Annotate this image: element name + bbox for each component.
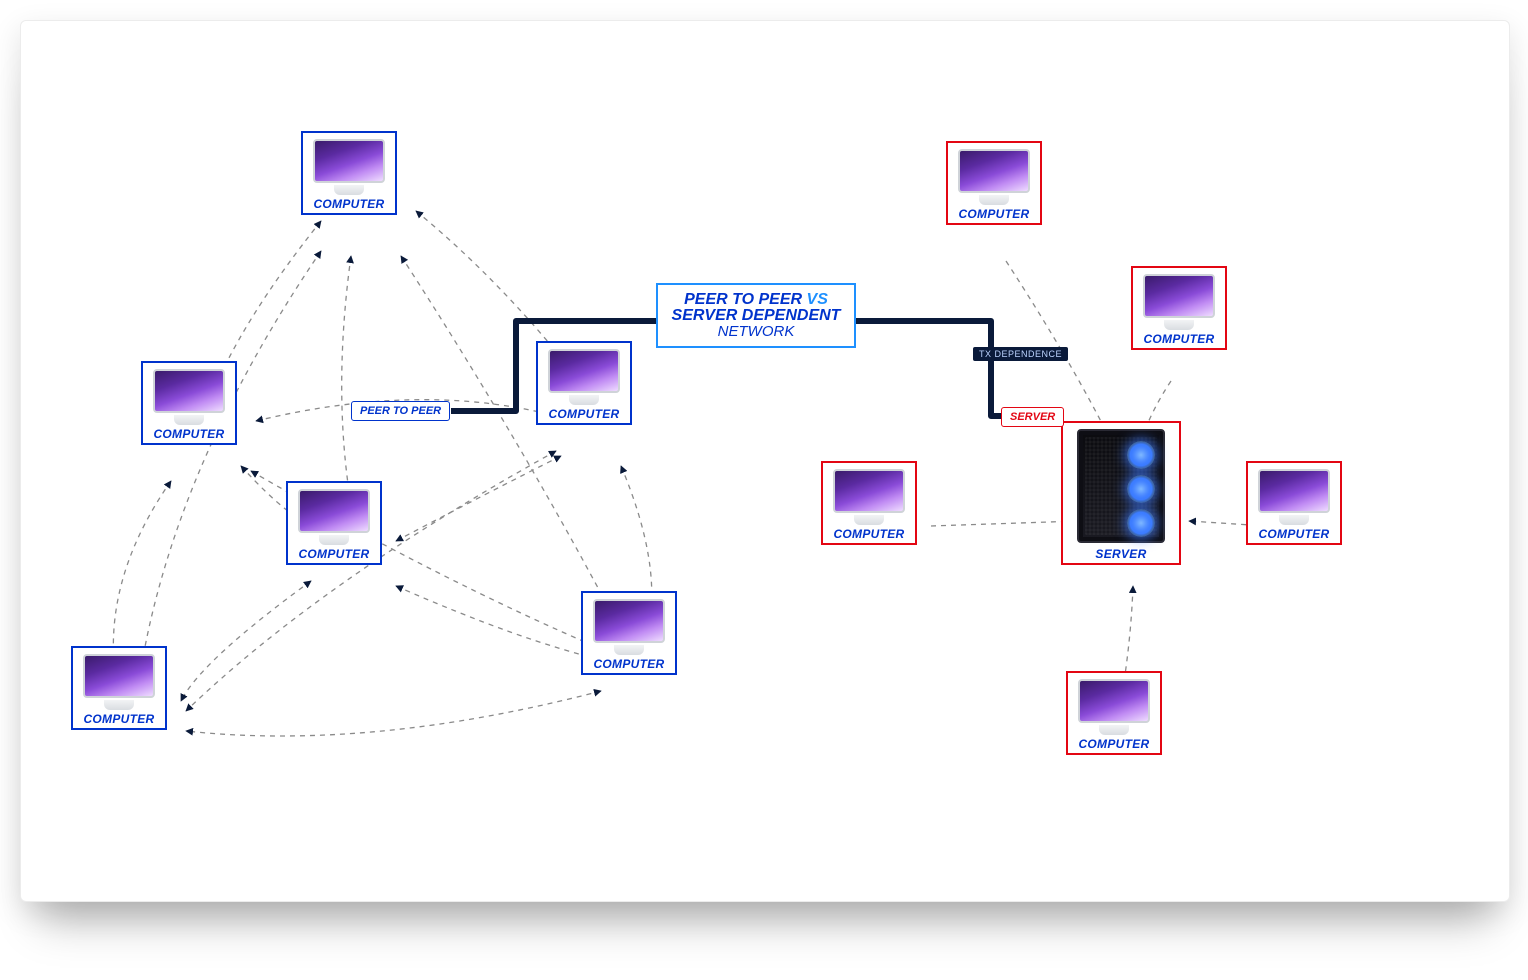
computer-node-s3: COMPUTER (821, 461, 917, 545)
computer-node-s4: COMPUTER (1246, 461, 1342, 545)
monitor-icon (1078, 679, 1150, 733)
computer-node-p6: COMPUTER (71, 646, 167, 730)
computer-node-s1: COMPUTER (946, 141, 1042, 225)
node-label: COMPUTER (1078, 737, 1149, 751)
diagram-title: PEER TO PEER VS SERVER DEPENDENT NETWORK (656, 283, 856, 348)
monitor-icon (593, 599, 665, 653)
monitor-icon (548, 349, 620, 403)
computer-node-p3: COMPUTER (286, 481, 382, 565)
peer-edges (113, 211, 651, 736)
monitor-icon (1258, 469, 1330, 523)
node-label: COMPUTER (313, 197, 384, 211)
computer-node-s5: COMPUTER (1066, 671, 1162, 755)
node-label: COMPUTER (833, 527, 904, 541)
server-node: SERVER (1061, 421, 1181, 565)
tx-dependence-tag: TX DEPENDENCE (973, 347, 1068, 361)
title-vs: VS (807, 291, 828, 308)
monitor-icon (1143, 274, 1215, 328)
computer-node-p2: COMPUTER (141, 361, 237, 445)
monitor-icon (958, 149, 1030, 203)
title-line1a: PEER TO PEER (684, 291, 802, 308)
node-label: COMPUTER (593, 657, 664, 671)
node-label: COMPUTER (958, 207, 1029, 221)
computer-node-s2: COMPUTER (1131, 266, 1227, 350)
node-label: COMPUTER (1258, 527, 1329, 541)
monitor-icon (298, 489, 370, 543)
monitor-icon (83, 654, 155, 708)
node-label: COMPUTER (83, 712, 154, 726)
peer-to-peer-pill: PEER TO PEER (351, 401, 450, 421)
server-icon (1077, 429, 1165, 543)
node-label: COMPUTER (1143, 332, 1214, 346)
node-label: COMPUTER (298, 547, 369, 561)
monitor-icon (833, 469, 905, 523)
computer-node-p4: COMPUTER (536, 341, 632, 425)
title-line3: NETWORK (668, 323, 844, 340)
node-label: COMPUTER (153, 427, 224, 441)
computer-node-p5: COMPUTER (581, 591, 677, 675)
server-pill: SERVER (1001, 407, 1064, 427)
monitor-icon (313, 139, 385, 193)
node-label: COMPUTER (548, 407, 619, 421)
monitor-icon (153, 369, 225, 423)
node-label: SERVER (1095, 547, 1146, 561)
diagram-card: COMPUTER COMPUTER COMPUTER COMPUTER COMP… (20, 20, 1510, 902)
computer-node-p1: COMPUTER (301, 131, 397, 215)
